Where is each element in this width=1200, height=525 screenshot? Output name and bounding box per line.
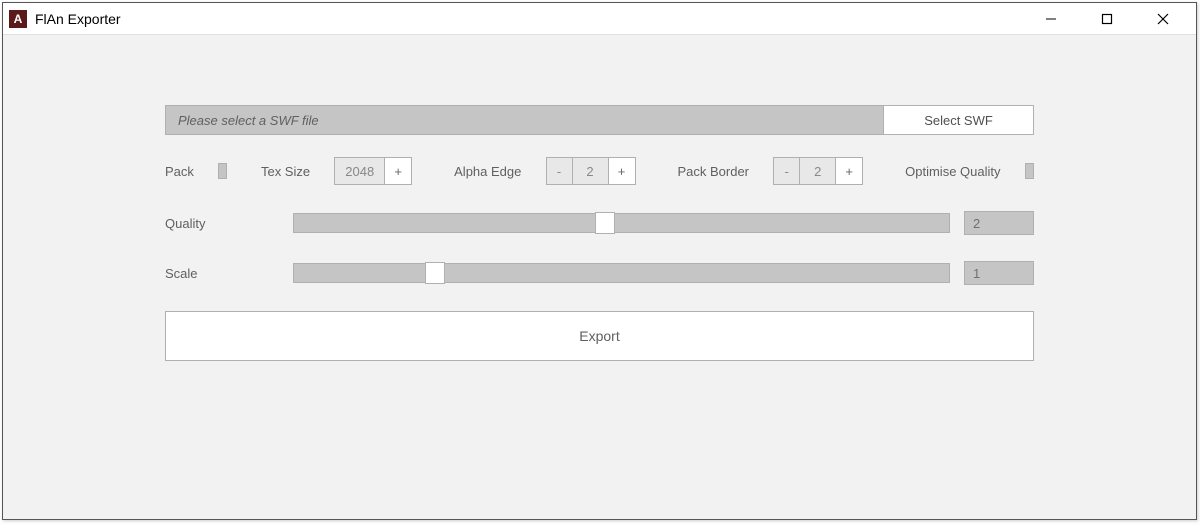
window-title: FlAn Exporter [35,11,121,27]
pack-border-minus-button[interactable]: - [774,158,800,184]
select-swf-button[interactable]: Select SWF [884,105,1034,135]
minimize-button[interactable] [1038,6,1064,32]
options-row: Pack Tex Size 2048 + Alpha Edge - 2 + Pa… [165,157,1034,185]
pack-border-plus-button[interactable]: + [836,158,862,184]
pack-label: Pack [165,164,194,179]
close-icon [1157,13,1169,25]
quality-slider[interactable] [293,213,950,233]
scale-label: Scale [165,266,293,281]
tex-size-label: Tex Size [261,164,310,179]
scale-slider[interactable] [293,263,950,283]
maximize-button[interactable] [1094,6,1120,32]
minimize-icon [1045,13,1057,25]
alpha-edge-minus-button[interactable]: - [547,158,573,184]
pack-checkbox[interactable] [218,163,227,179]
tex-size-stepper[interactable]: 2048 + [334,157,412,185]
pack-border-label: Pack Border [677,164,749,179]
optimise-quality-label: Optimise Quality [905,164,1000,179]
titlebar: A FlAn Exporter [3,3,1196,35]
optimise-quality-checkbox[interactable] [1025,163,1034,179]
scale-slider-thumb[interactable] [425,262,445,284]
quality-value: 2 [964,211,1034,235]
alpha-edge-value: 2 [573,158,609,184]
quality-slider-thumb[interactable] [595,212,615,234]
alpha-edge-stepper[interactable]: - 2 + [546,157,636,185]
app-window: A FlAn Exporter Please select a SWF file… [2,2,1197,520]
client-area: Please select a SWF file Select SWF Pack… [3,35,1196,519]
scale-value: 1 [964,261,1034,285]
alpha-edge-label: Alpha Edge [454,164,521,179]
close-button[interactable] [1150,6,1176,32]
pack-border-stepper[interactable]: - 2 + [773,157,863,185]
window-controls [1038,6,1188,32]
scale-row: Scale 1 [165,261,1034,285]
maximize-icon [1101,13,1113,25]
pack-border-value: 2 [800,158,836,184]
swf-path-input[interactable]: Please select a SWF file [165,105,884,135]
tex-size-plus-button[interactable]: + [385,158,411,184]
quality-label: Quality [165,216,293,231]
alpha-edge-plus-button[interactable]: + [609,158,635,184]
quality-row: Quality 2 [165,211,1034,235]
app-icon: A [9,10,27,28]
file-row: Please select a SWF file Select SWF [165,105,1034,135]
tex-size-value: 2048 [335,158,385,184]
export-button[interactable]: Export [165,311,1034,361]
